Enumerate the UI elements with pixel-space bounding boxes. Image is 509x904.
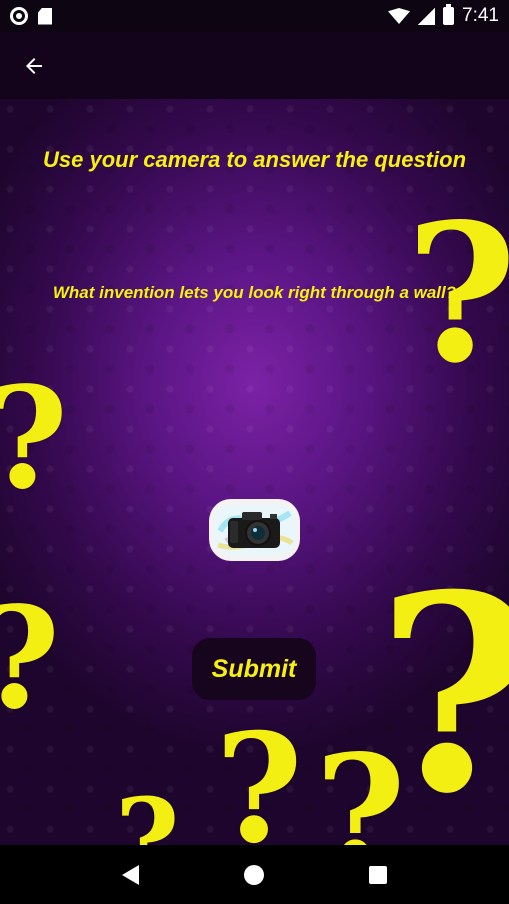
screen: 7:41 ? ? ? ? ? ? ? Use your camera to an… xyxy=(0,0,509,904)
camera-button[interactable] xyxy=(209,499,300,561)
question-text: What invention lets you look right throu… xyxy=(52,283,457,302)
status-time: 7:41 xyxy=(462,5,499,26)
app-bar xyxy=(0,32,509,99)
question-mark-decoration: ? xyxy=(377,559,509,829)
signal-icon xyxy=(418,7,436,25)
battery-icon xyxy=(443,4,455,25)
status-right: 7:41 xyxy=(388,4,499,27)
camera-icon xyxy=(213,505,296,555)
wifi-icon xyxy=(388,8,411,24)
page-heading: Use your camera to answer the question xyxy=(42,147,467,172)
question-mark-decoration: ? xyxy=(315,720,406,845)
back-button[interactable] xyxy=(20,52,48,80)
content-area: ? ? ? ? ? ? ? Use your camera to answer … xyxy=(0,99,509,845)
submit-button[interactable]: Submit xyxy=(192,638,316,700)
back-triangle-icon[interactable] xyxy=(122,864,140,885)
navigation-bar xyxy=(0,845,509,904)
question-mark-decoration: ? xyxy=(0,589,60,729)
status-left xyxy=(10,7,52,25)
question-mark-decoration: ? xyxy=(115,774,180,846)
arrow-left-icon xyxy=(26,58,42,74)
status-bar: 7:41 xyxy=(0,0,509,32)
question-mark-decoration: ? xyxy=(0,369,68,509)
home-circle-icon[interactable] xyxy=(243,864,264,885)
sd-card-icon xyxy=(38,7,52,25)
question-mark-decoration: ? xyxy=(215,701,303,845)
recents-square-icon[interactable] xyxy=(368,865,387,884)
record-icon xyxy=(10,7,28,25)
